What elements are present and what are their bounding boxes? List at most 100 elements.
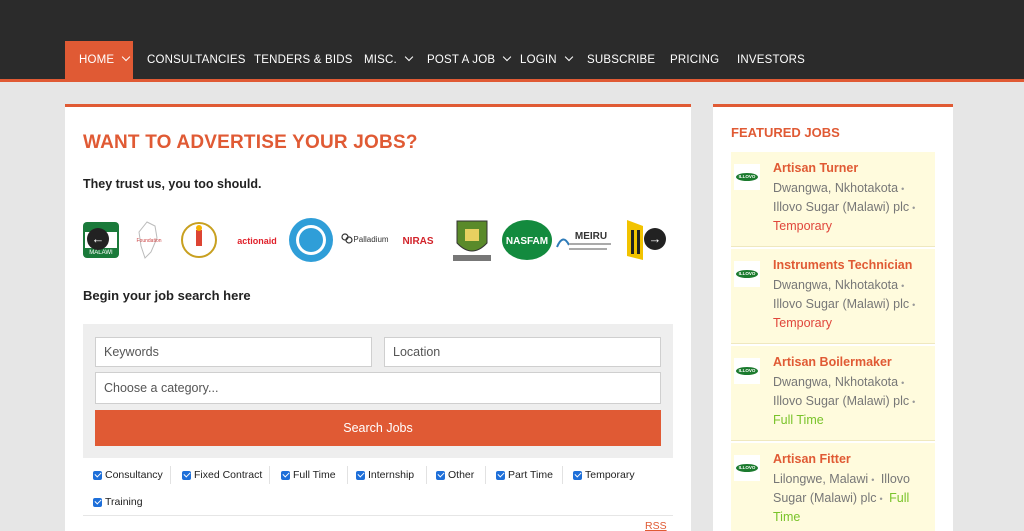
svg-text:NASFAM: NASFAM [506,236,548,247]
page-title: WANT TO ADVERTISE YOUR JOBS? [83,132,418,153]
nav-label: TENDERS & BIDS [254,54,353,66]
main-nav: HOME CONSULTANCIES TENDERS & BIDS MISC. … [0,41,1024,79]
filter-label: Full Time [293,469,336,481]
nav-item-home[interactable]: HOME [65,41,133,79]
nav-label: PRICING [670,54,720,66]
nav-label: HOME [79,54,115,66]
checkbox-checked-icon[interactable] [93,470,102,480]
separator-dot-icon: • [912,397,916,407]
checkbox-checked-icon[interactable] [356,470,365,480]
category-select[interactable]: Choose a category... [95,372,661,404]
filter-temporary[interactable]: Temporary [573,469,635,481]
job-title-link[interactable]: Artisan Boilermaker [773,355,892,369]
nav-item-tenders[interactable]: TENDERS & BIDS [254,41,353,79]
divider [485,466,486,484]
checkbox-checked-icon[interactable] [182,470,191,480]
svg-text:MEIRU: MEIRU [575,231,607,242]
checkbox-checked-icon[interactable] [573,470,582,480]
filter-label: Fixed Contract [194,469,263,481]
company-logo: ILLOVO [734,164,760,190]
job-company: Illovo Sugar (Malawi) plc [773,297,910,311]
search-jobs-button[interactable]: Search Jobs [95,410,661,446]
separator-dot-icon: • [879,494,883,504]
client-logo-carousel: MALAWI ← Foundation actionaid Palladium … [83,210,673,270]
featured-job-item[interactable]: ILLOVO Artisan Fitter Lilongwe, Malawi • … [731,443,935,531]
checkbox-checked-icon[interactable] [93,497,102,507]
job-meta: Dwangwa, Nkhotakota • Illovo Sugar (Malaw… [773,373,933,429]
job-location: Dwangwa, Nkhotakota [773,181,899,195]
filter-other[interactable]: Other [436,469,474,481]
filter-label: Internship [368,469,415,481]
nav-item-subscribe[interactable]: SUBSCRIBE [587,41,655,79]
checkbox-checked-icon[interactable] [436,470,445,480]
nav-label: MISC. [364,54,397,66]
nav-item-investors[interactable]: INVESTORS [737,41,805,79]
filter-full-time[interactable]: Full Time [281,469,336,481]
carousel-prev-arrow-icon[interactable]: ← [87,228,109,250]
job-company: Illovo Sugar (Malawi) plc [773,200,910,214]
separator-dot-icon: • [912,300,916,310]
filter-internship[interactable]: Internship [356,469,414,481]
client-logo: Palladium [339,215,391,265]
rss-link[interactable]: RSS [645,520,667,531]
job-title-link[interactable]: Artisan Turner [773,161,858,175]
separator-dot-icon: • [901,378,905,388]
job-company: Illovo Sugar (Malawi) plc [773,394,910,408]
job-meta: Dwangwa, Nkhotakota • Illovo Sugar (Malaw… [773,179,933,235]
location-input[interactable]: Location [384,337,661,367]
featured-jobs-panel: FEATURED JOBS ILLOVO Artisan Turner Dwan… [713,104,953,531]
top-bar [0,0,1024,41]
separator-dot-icon: • [871,475,875,485]
nav-label: CONSULTANCIES [147,54,246,66]
company-logo: ILLOVO [734,455,760,481]
nav-item-post-a-job[interactable]: POST A JOB [427,41,512,79]
nav-item-pricing[interactable]: PRICING [670,41,719,79]
nav-item-login[interactable]: LOGIN [520,41,574,79]
divider [170,466,171,484]
job-meta: Dwangwa, Nkhotakota • Illovo Sugar (Malaw… [773,276,933,332]
separator-dot-icon: • [912,203,916,213]
svg-text:Foundation: Foundation [136,238,161,244]
nav-label: POST A JOB [427,54,496,66]
job-type: Full Time [773,413,824,427]
featured-job-item[interactable]: ILLOVO Artisan Turner Dwangwa, Nkhotakot… [731,152,935,247]
filter-consultancy[interactable]: Consultancy [93,469,163,481]
filter-fixed-contract[interactable]: Fixed Contract [182,469,262,481]
checkbox-checked-icon[interactable] [281,470,290,480]
keywords-input[interactable]: Keywords [95,337,372,367]
featured-job-item[interactable]: ILLOVO Instruments Technician Dwangwa, N… [731,249,935,344]
nav-label: SUBSCRIBE [587,54,656,66]
client-logo: Foundation [127,215,169,265]
featured-job-item[interactable]: ILLOVO Artisan Boilermaker Dwangwa, Nkho… [731,346,935,441]
svg-text:actionaid: actionaid [237,236,277,246]
client-logo: actionaid [227,215,287,265]
chevron-down-icon [404,52,414,62]
divider [426,466,427,484]
job-meta: Lilongwe, Malawi • Illovo Sugar (Malawi) … [773,470,933,526]
carousel-next-arrow-icon[interactable]: → [644,228,666,250]
filter-part-time[interactable]: Part Time [496,469,553,481]
client-logo [447,215,497,265]
filter-label: Consultancy [105,469,163,481]
featured-jobs-title: FEATURED JOBS [731,125,840,140]
job-type: Temporary [773,316,833,330]
filter-training[interactable]: Training [93,496,143,508]
filter-label: Temporary [585,469,635,481]
checkbox-checked-icon[interactable] [496,470,505,480]
nav-item-consultancies[interactable]: CONSULTANCIES [147,41,246,79]
filter-label: Part Time [508,469,553,481]
client-logo [177,215,221,265]
separator-dot-icon: • [901,184,905,194]
job-location: Dwangwa, Nkhotakota [773,278,899,292]
company-logo-text: ILLOVO [736,173,758,181]
job-title-link[interactable]: Instruments Technician [773,258,912,272]
divider [83,515,673,516]
job-title-link[interactable]: Artisan Fitter [773,452,851,466]
company-logo: ILLOVO [734,358,760,384]
job-location: Lilongwe, Malawi [773,472,869,486]
filter-label: Other [448,469,475,481]
nav-item-misc[interactable]: MISC. [364,41,414,79]
chevron-down-icon [564,52,574,62]
nav-accent-line [0,79,1024,82]
trust-text: They trust us, you too should. [83,177,262,191]
